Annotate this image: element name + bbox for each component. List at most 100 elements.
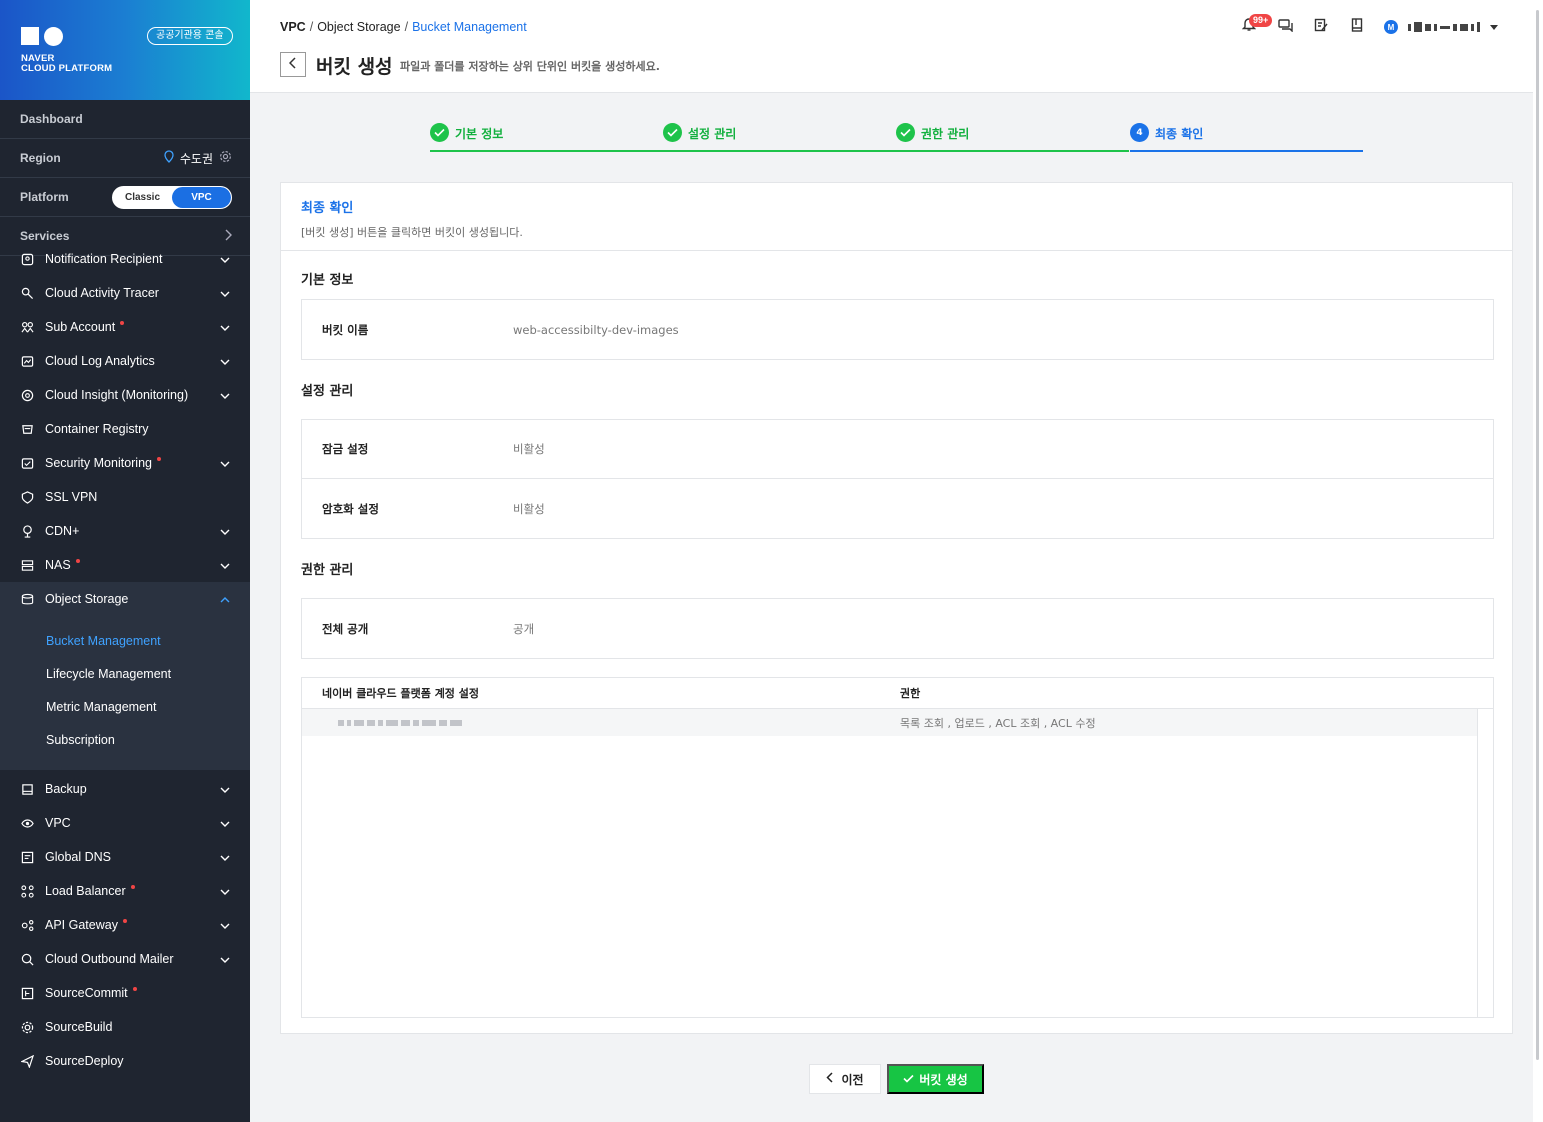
section-permissions-title: 권한 관리 (301, 563, 354, 578)
logo-text: NAVER CLOUD PLATFORM (21, 53, 113, 74)
nav-label: SSL VPN (45, 490, 98, 504)
breadcrumb-bucket-management[interactable]: Bucket Management (412, 20, 527, 34)
account-permission-table: 네이버 클라우드 플랫폼 계정 설정 권한 목록 조회 , 업로드 , ACL … (301, 677, 1494, 1018)
nav-label: CDN+ (45, 524, 80, 538)
breadcrumb-object-storage[interactable]: Object Storage (317, 20, 400, 34)
platform-vpc[interactable]: VPC (172, 186, 231, 208)
region-value[interactable]: 수도권 (180, 150, 213, 167)
chevron-down-icon (220, 852, 230, 862)
check-icon (430, 123, 449, 142)
nav-item-load-balancer[interactable]: Load Balancer (0, 874, 250, 908)
section-basic-title: 기본 정보 (301, 273, 354, 288)
chevron-up-icon (220, 594, 230, 604)
nav-item-cloud-outbound-mailer[interactable]: Cloud Outbound Mailer (0, 942, 250, 976)
header-actions: 99+ M (1240, 14, 1498, 36)
chevron-down-icon (220, 458, 230, 468)
nav-item-cloud-log-analytics[interactable]: Cloud Log Analytics (0, 344, 250, 378)
account-id-redacted (302, 719, 900, 726)
chevron-left-icon (288, 57, 297, 72)
nav-item-notification-recipient[interactable]: Notification Recipient (0, 242, 250, 276)
chevron-down-icon (220, 920, 230, 930)
check-icon (663, 123, 682, 142)
column-permission: 권한 (900, 687, 921, 700)
tracer-icon (20, 286, 34, 300)
step-label: 기본 정보 (455, 127, 504, 141)
new-dot (157, 457, 161, 461)
nav-item-cdn[interactable]: CDN+ (0, 514, 250, 548)
prev-label: 이전 (841, 1072, 864, 1087)
prev-button[interactable]: 이전 (809, 1064, 881, 1094)
page-header: VPC / Object Storage / Bucket Management… (250, 0, 1533, 93)
subnav-subscription[interactable]: Subscription (0, 723, 250, 756)
nav-label: Sub Account (45, 320, 116, 334)
page-description: 파일과 폴더를 저장하는 상위 단위인 버킷을 생성하세요. (400, 60, 660, 73)
nav-label: SourceDeploy (45, 1054, 124, 1068)
nav-item-ssl-vpn[interactable]: SSL VPN (0, 480, 250, 514)
nav-item-vpc[interactable]: VPC (0, 806, 250, 840)
permission-value: 목록 조회 , 업로드 , ACL 조회 , ACL 수정 (900, 716, 1096, 730)
guide-button[interactable] (1348, 17, 1366, 36)
source-build-icon (20, 1020, 34, 1034)
mailer-icon (20, 952, 34, 966)
nav-item-object-storage[interactable]: Object Storage (0, 582, 250, 616)
step-final-confirm[interactable]: 4 최종 확인 (1130, 122, 1363, 152)
step-settings[interactable]: 설정 관리 (663, 122, 896, 152)
nav-item-cloud-insight[interactable]: Cloud Insight (Monitoring) (0, 378, 250, 412)
naver-cloud-logo[interactable] (21, 27, 65, 47)
gear-icon[interactable] (219, 150, 232, 166)
nav-item-cloud-activity-tracer[interactable]: Cloud Activity Tracer (0, 276, 250, 310)
settings-table: 잠금 설정 비활성 암호화 설정 비활성 (301, 419, 1494, 539)
source-commit-icon (20, 986, 34, 1000)
nav-item-global-dns[interactable]: Global DNS (0, 840, 250, 874)
memo-button[interactable] (1312, 18, 1330, 36)
breadcrumb-vpc[interactable]: VPC (280, 20, 306, 34)
nav-item-backup[interactable]: Backup (0, 772, 250, 806)
subnav-metric-management[interactable]: Metric Management (0, 690, 250, 723)
service-nav: Notification Recipient Cloud Activity Tr… (0, 242, 250, 616)
platform-toggle[interactable]: Classic VPC (112, 185, 232, 209)
nav-item-security-monitoring[interactable]: Security Monitoring (0, 446, 250, 480)
page-scrollbar-thumb[interactable] (1536, 10, 1539, 1060)
step-basic-info[interactable]: 기본 정보 (430, 122, 663, 152)
nav-label: API Gateway (45, 918, 118, 932)
nav-label: NAS (45, 558, 71, 572)
nav-item-api-gateway[interactable]: API Gateway (0, 908, 250, 942)
notification-bell-button[interactable]: 99+ (1240, 14, 1273, 36)
step-permissions[interactable]: 권한 관리 (896, 122, 1129, 152)
nav-label: SourceBuild (45, 1020, 113, 1034)
table-row: 목록 조회 , 업로드 , ACL 조회 , ACL 수정 (302, 709, 1477, 736)
step-label: 권한 관리 (921, 127, 970, 141)
page-scrollbar[interactable] (1533, 0, 1543, 1122)
nav-item-nas[interactable]: NAS (0, 548, 250, 582)
chevron-down-icon (220, 254, 230, 264)
subnav-lifecycle-management[interactable]: Lifecycle Management (0, 657, 250, 690)
new-dot (122, 919, 127, 923)
table-scrollbar[interactable] (1477, 709, 1493, 1017)
nav-item-sub-account[interactable]: Sub Account (0, 310, 250, 344)
new-dot (130, 885, 135, 889)
nav-label: Object Storage (45, 592, 129, 606)
services-label: Services (20, 229, 70, 243)
row-encryption-setting: 암호화 설정 비활성 (302, 479, 1493, 538)
final-confirm-panel: 최종 확인 [버킷 생성] 버튼을 클릭하면 버킷이 생성됩니다. 기본 정보 … (280, 182, 1513, 1034)
gov-console-badge[interactable]: 공공기관용 콘솔 (147, 27, 233, 45)
subnav-bucket-management[interactable]: Bucket Management (0, 624, 250, 657)
nav-item-container-registry[interactable]: Container Registry (0, 412, 250, 446)
dns-icon (20, 850, 34, 864)
nav-item-source-build[interactable]: SourceBuild (0, 1010, 250, 1044)
create-label: 버킷 생성 (919, 1072, 968, 1087)
chat-button[interactable] (1276, 18, 1294, 36)
create-bucket-button[interactable]: 버킷 생성 (887, 1064, 984, 1094)
sidebar-dashboard[interactable]: Dashboard (0, 100, 250, 139)
new-dot (132, 987, 137, 991)
platform-classic[interactable]: Classic (113, 187, 172, 208)
back-button[interactable] (280, 52, 306, 77)
page-title: 버킷 생성 (316, 56, 393, 78)
avatar: M (1384, 20, 1398, 34)
encryption-setting-value: 비활성 (513, 501, 545, 516)
user-menu[interactable]: M (1384, 18, 1498, 36)
nav-item-source-commit[interactable]: SourceCommit (0, 976, 250, 1010)
row-public-access: 전체 공개 공개 (302, 599, 1493, 658)
nav-item-source-deploy[interactable]: SourceDeploy (0, 1044, 250, 1078)
chevron-down-icon (220, 784, 230, 794)
